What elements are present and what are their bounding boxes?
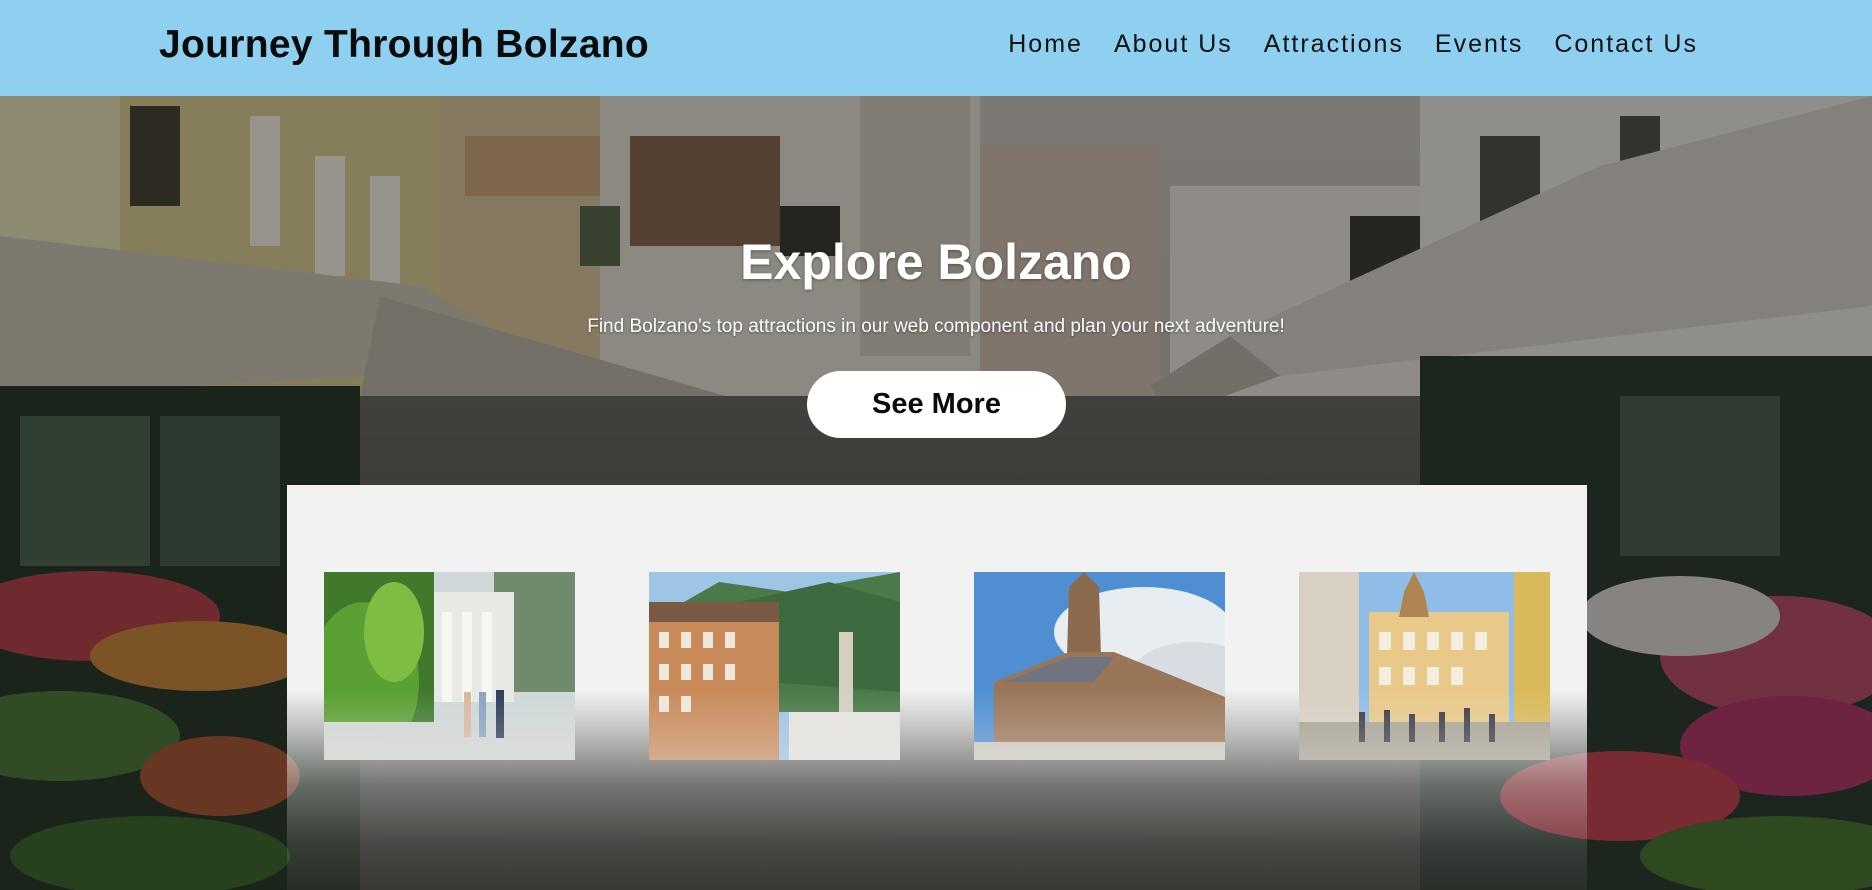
hero-title: Explore Bolzano bbox=[740, 234, 1132, 290]
card-fade bbox=[324, 690, 575, 760]
attractions-panel bbox=[287, 485, 1587, 890]
nav-attractions-link[interactable]: Attractions bbox=[1264, 30, 1404, 59]
card-fade bbox=[649, 690, 900, 760]
card-fade bbox=[974, 690, 1225, 760]
main-nav: Home About Us Attractions Events Contact… bbox=[1008, 30, 1698, 59]
attraction-card[interactable] bbox=[1299, 572, 1550, 760]
attraction-card[interactable] bbox=[324, 572, 575, 760]
site-header: Journey Through Bolzano Home About Us At… bbox=[0, 0, 1872, 96]
site-title[interactable]: Journey Through Bolzano bbox=[159, 23, 649, 67]
card-fade bbox=[1299, 690, 1550, 760]
attraction-card[interactable] bbox=[974, 572, 1225, 760]
nav-contact-us-link[interactable]: Contact Us bbox=[1554, 30, 1698, 59]
attraction-card[interactable] bbox=[649, 572, 900, 760]
nav-about-us-link[interactable]: About Us bbox=[1114, 30, 1233, 59]
hero-subtitle: Find Bolzano's top attractions in our we… bbox=[587, 316, 1285, 337]
see-more-button[interactable]: See More bbox=[807, 371, 1066, 438]
nav-events-link[interactable]: Events bbox=[1435, 30, 1523, 59]
nav-home-link[interactable]: Home bbox=[1008, 30, 1083, 59]
